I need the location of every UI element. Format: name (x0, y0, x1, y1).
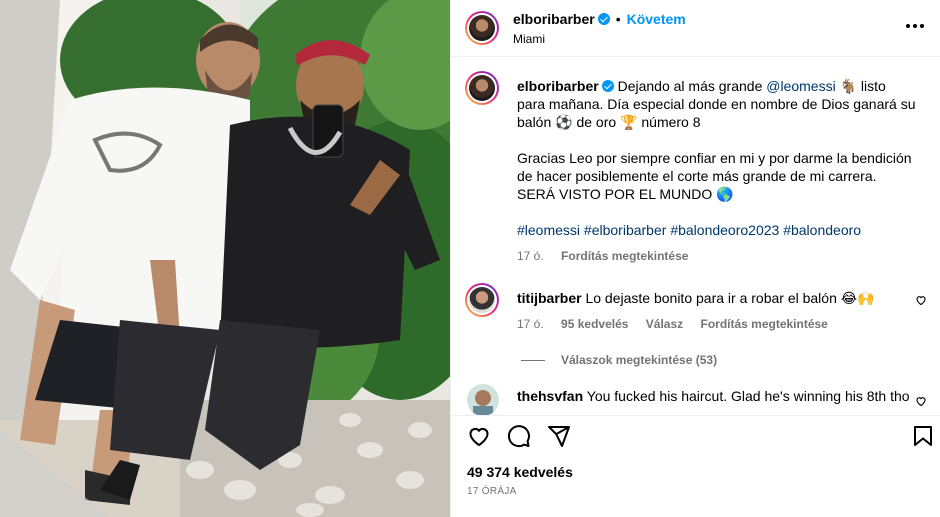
author-avatar[interactable] (465, 11, 499, 45)
comment-icon (507, 425, 530, 448)
view-replies-label: Válaszok megtekintése (53) (561, 353, 718, 367)
dot-separator: • (615, 11, 621, 27)
hashtag-link[interactable]: #elboribarber (584, 222, 667, 238)
mirror-selfie-image (0, 0, 450, 517)
post-photo[interactable] (0, 0, 450, 517)
like-button[interactable] (467, 424, 491, 448)
following-button[interactable]: Követem (627, 11, 686, 27)
mention-link[interactable]: @leomessi (766, 78, 835, 94)
verified-icon (601, 80, 614, 92)
author-username[interactable]: elboribarber (513, 11, 595, 27)
caption-avatar[interactable] (465, 71, 499, 105)
post-actions: 49 374 kedvelés 17 ÓRÁJA (451, 415, 940, 517)
comment-meta: 17 ó. 95 kedvelés Válasz Fordítás megtek… (517, 315, 917, 333)
reply-button[interactable]: Válasz (646, 317, 683, 331)
comment-item: thehsvfan You fucked his haircut. Glad h… (465, 384, 935, 415)
hashtag-link[interactable]: #balondeoro (783, 222, 861, 238)
hashtag-link[interactable]: #leomessi (517, 222, 580, 238)
comment-time[interactable]: 17 ó. (517, 317, 544, 331)
commenter-username[interactable]: thehsvfan (517, 388, 583, 404)
caption-paragraph-2: Gracias Leo por siempre confiar en mi y … (517, 150, 912, 202)
caption-text-part-1: Dejando al más grande (617, 78, 767, 94)
commenter-avatar[interactable] (465, 283, 499, 317)
caption-text: elboribarber Dejando al más grande @leom… (517, 77, 917, 265)
comment-body: Lo dejaste bonito para ir a robar el bal… (585, 290, 875, 306)
comment-body: You fucked his haircut. Glad he's winnin… (586, 388, 910, 404)
replies-divider (521, 359, 545, 361)
translate-button[interactable]: Fordítás megtekintése (561, 249, 688, 263)
share-button[interactable] (547, 424, 571, 448)
bookmark-icon (914, 426, 932, 446)
post-date[interactable]: 17 ÓRÁJA (467, 486, 517, 497)
caption-block: elboribarber Dejando al más grande @leom… (465, 71, 935, 281)
hashtag-link[interactable]: #balondeoro2023 (670, 222, 779, 238)
comments-section[interactable]: elboribarber Dejando al más grande @leom… (451, 57, 940, 415)
comment-button[interactable] (507, 424, 531, 448)
like-count[interactable]: 49 374 kedvelés (467, 464, 573, 480)
comment-item: titijbarber Lo dejaste bonito para ir a … (465, 283, 935, 353)
translate-button[interactable]: Fordítás megtekintése (700, 317, 827, 331)
post-header: elboribarber • Követem Miami (451, 0, 940, 57)
comment-text: thehsvfan You fucked his haircut. Glad h… (517, 387, 917, 405)
save-button[interactable] (911, 424, 935, 448)
share-icon (548, 426, 570, 447)
caption-username[interactable]: elboribarber (517, 78, 599, 94)
post-sidebar: elboribarber • Követem Miami elboribarber … (450, 0, 940, 517)
post-location[interactable]: Miami (513, 32, 545, 46)
verified-icon (597, 13, 610, 25)
commenter-avatar[interactable] (467, 384, 499, 415)
comment-like-button[interactable] (915, 293, 927, 309)
commenter-username[interactable]: titijbarber (517, 290, 582, 306)
comment-like-button[interactable] (915, 394, 927, 410)
comment-likes[interactable]: 95 kedvelés (561, 317, 628, 331)
more-options-button[interactable] (903, 14, 927, 38)
heart-icon (916, 397, 926, 407)
more-icon (906, 24, 924, 28)
caption-meta: 17 ó. Fordítás megtekintése (517, 247, 917, 265)
heart-icon (916, 296, 926, 306)
caption-time[interactable]: 17 ó. (517, 249, 544, 263)
heart-icon (469, 428, 489, 447)
view-replies-button[interactable]: Válaszok megtekintése (53) (521, 353, 717, 367)
comment-text: titijbarber Lo dejaste bonito para ir a … (517, 289, 917, 333)
